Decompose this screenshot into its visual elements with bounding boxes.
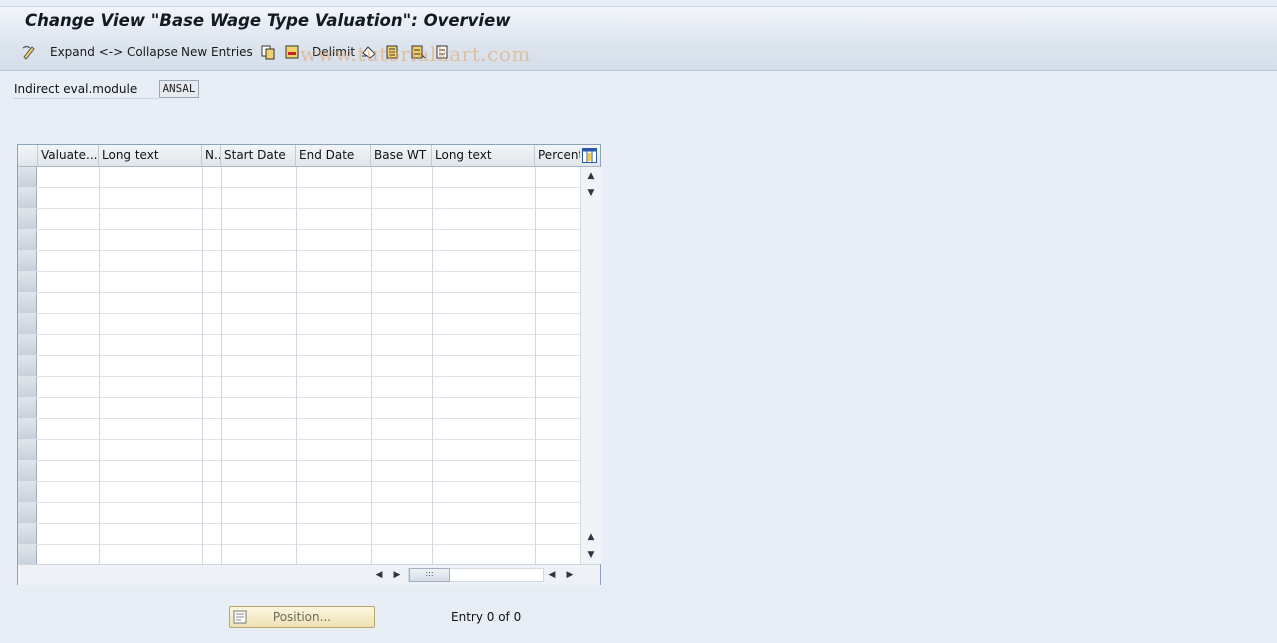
table-row[interactable] (18, 377, 580, 398)
column-header-start-date[interactable]: Start Date (221, 145, 296, 166)
column-divider (432, 167, 433, 564)
table-row[interactable] (18, 293, 580, 314)
copy-icon[interactable] (260, 44, 276, 60)
application-toolbar: Expand <-> Collapse New Entries Delimit … (0, 37, 1277, 71)
scroll-down-icon[interactable]: ▼ (585, 549, 597, 561)
scroll-up-icon[interactable]: ▲ (585, 170, 597, 182)
table-row[interactable] (18, 230, 580, 251)
table-row[interactable] (18, 419, 580, 440)
new-entries-button[interactable]: New Entries (181, 45, 253, 61)
row-selector[interactable] (18, 293, 37, 313)
table-row[interactable] (18, 545, 580, 566)
horizontal-scroll-thumb[interactable]: ::: (409, 568, 450, 582)
column-header-long-text-2[interactable]: Long text (432, 145, 535, 166)
row-selector[interactable] (18, 335, 37, 355)
entry-count: Entry 0 of 0 (451, 610, 522, 624)
row-selector[interactable] (18, 356, 37, 376)
scroll-left-icon[interactable]: ◀ (373, 569, 385, 581)
scroll-left-icon[interactable]: ◀ (546, 569, 558, 581)
indirect-eval-module-field: ANSAL (159, 80, 199, 98)
row-selector[interactable] (18, 419, 37, 439)
position-icon (233, 610, 247, 624)
row-selector[interactable] (18, 230, 37, 250)
column-divider (296, 167, 297, 564)
column-divider (221, 167, 222, 564)
table-row[interactable] (18, 503, 580, 524)
table-row[interactable] (18, 209, 580, 230)
column-header-end-date[interactable]: End Date (296, 145, 371, 166)
column-divider (202, 167, 203, 564)
horizontal-scrollbar[interactable]: ◀ ▶ ::: ◀ ▶ (18, 564, 600, 585)
page-title: Change View "Base Wage Type Valuation": … (25, 11, 511, 30)
row-selector[interactable] (18, 503, 37, 523)
column-header-valuate[interactable]: Valuate... (38, 145, 99, 166)
scroll-right-icon[interactable]: ▶ (564, 569, 576, 581)
row-selector[interactable] (18, 272, 37, 292)
display-change-icon[interactable] (21, 44, 37, 60)
column-header-long-text[interactable]: Long text (99, 145, 202, 166)
table-row[interactable] (18, 524, 580, 545)
row-selector[interactable] (18, 461, 37, 481)
row-selector[interactable] (18, 440, 37, 460)
table-row[interactable] (18, 398, 580, 419)
table-row[interactable] (18, 188, 580, 209)
title-bar: Change View "Base Wage Type Valuation": … (0, 6, 1277, 38)
table-settings-icon[interactable] (582, 148, 597, 163)
column-divider (535, 167, 536, 564)
table-body (18, 167, 580, 566)
table-row[interactable] (18, 335, 580, 356)
indirect-eval-module-label: Indirect eval.module (14, 82, 138, 96)
delete-icon[interactable] (284, 44, 300, 60)
scroll-up-icon[interactable]: ▲ (585, 531, 597, 543)
column-divider (99, 167, 100, 564)
table-row[interactable] (18, 482, 580, 503)
row-selector[interactable] (18, 314, 37, 334)
table-row[interactable] (18, 356, 580, 377)
row-selector[interactable] (18, 545, 37, 565)
scroll-right-icon[interactable]: ▶ (391, 569, 403, 581)
row-selector[interactable] (18, 251, 37, 271)
row-selector[interactable] (18, 482, 37, 502)
table-row[interactable] (18, 167, 580, 188)
table-row[interactable] (18, 314, 580, 335)
row-selector[interactable] (18, 377, 37, 397)
column-divider (371, 167, 372, 564)
row-selector[interactable] (18, 524, 37, 544)
column-header-percent[interactable]: Percent (535, 145, 580, 166)
table-row[interactable] (18, 461, 580, 482)
vertical-scrollbar[interactable]: ▲ ▼ ▲ ▼ (580, 167, 601, 564)
row-selector[interactable] (18, 209, 37, 229)
expand-collapse-button[interactable]: Expand <-> Collapse (50, 45, 178, 61)
table-row[interactable] (18, 251, 580, 272)
column-header-base-wt[interactable]: Base WT (371, 145, 432, 166)
table-row[interactable] (18, 440, 580, 461)
watermark-text: www.tutorialkart.com (300, 42, 531, 66)
row-selector[interactable] (18, 398, 37, 418)
select-all-column-header[interactable] (18, 145, 38, 166)
position-button[interactable]: Position... (229, 606, 375, 628)
position-button-label: Position... (272, 610, 332, 624)
column-header-n[interactable]: N.. (202, 145, 221, 166)
label-underline (13, 98, 158, 99)
row-selector[interactable] (18, 188, 37, 208)
table-row[interactable] (18, 272, 580, 293)
table-header: Valuate... Long text N.. Start Date End … (18, 145, 600, 167)
table-control: Valuate... Long text N.. Start Date End … (17, 144, 601, 585)
row-selector[interactable] (18, 167, 37, 187)
scroll-down-icon[interactable]: ▼ (585, 187, 597, 199)
